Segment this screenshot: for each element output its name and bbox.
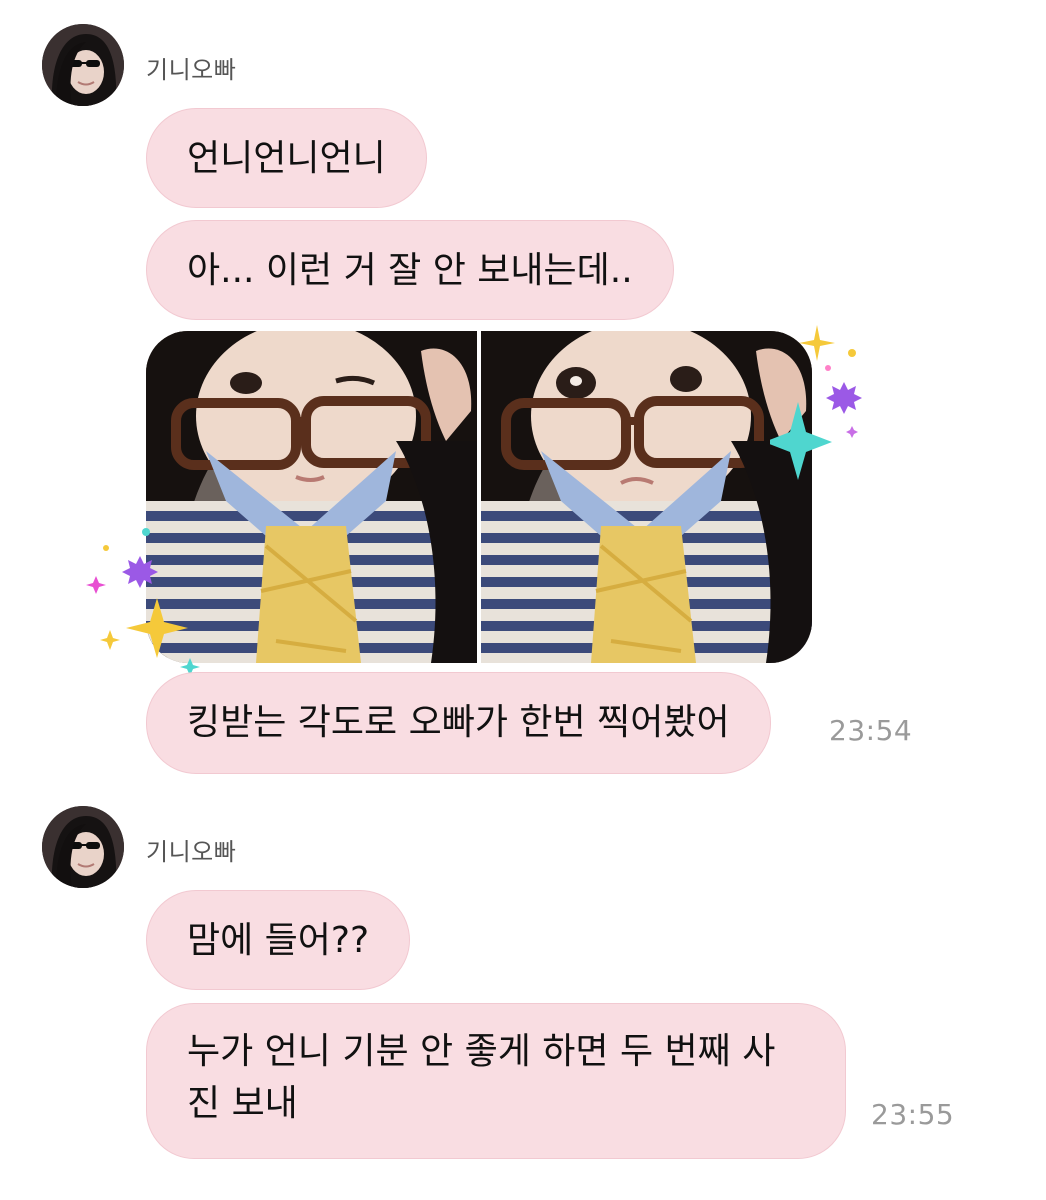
message-bubble[interactable]: 언니언니언니 — [146, 108, 427, 208]
sender-name: 기니오빠 — [146, 838, 237, 866]
message-bubble[interactable]: 맘에 들어?? — [146, 890, 411, 990]
sender-name: 기니오빠 — [146, 56, 237, 84]
sender-avatar[interactable] — [42, 24, 124, 106]
message-bubble[interactable]: 누가 언니 기분 안 좋게 하면 두 번째 사진 보내 — [146, 1003, 846, 1159]
photo-selfie-pout[interactable] — [481, 331, 812, 663]
message-bubble[interactable]: 아... 이런 거 잘 안 보내는데.. — [146, 220, 674, 320]
photo-attachment[interactable] — [146, 331, 812, 663]
photo-selfie-wink[interactable] — [146, 331, 477, 663]
message-timestamp: 23:55 — [871, 1098, 955, 1131]
message-bubble[interactable]: 킹받는 각도로 오빠가 한번 찍어봤어 — [146, 672, 771, 774]
sender-avatar[interactable] — [42, 806, 124, 888]
message-timestamp: 23:54 — [829, 714, 913, 747]
